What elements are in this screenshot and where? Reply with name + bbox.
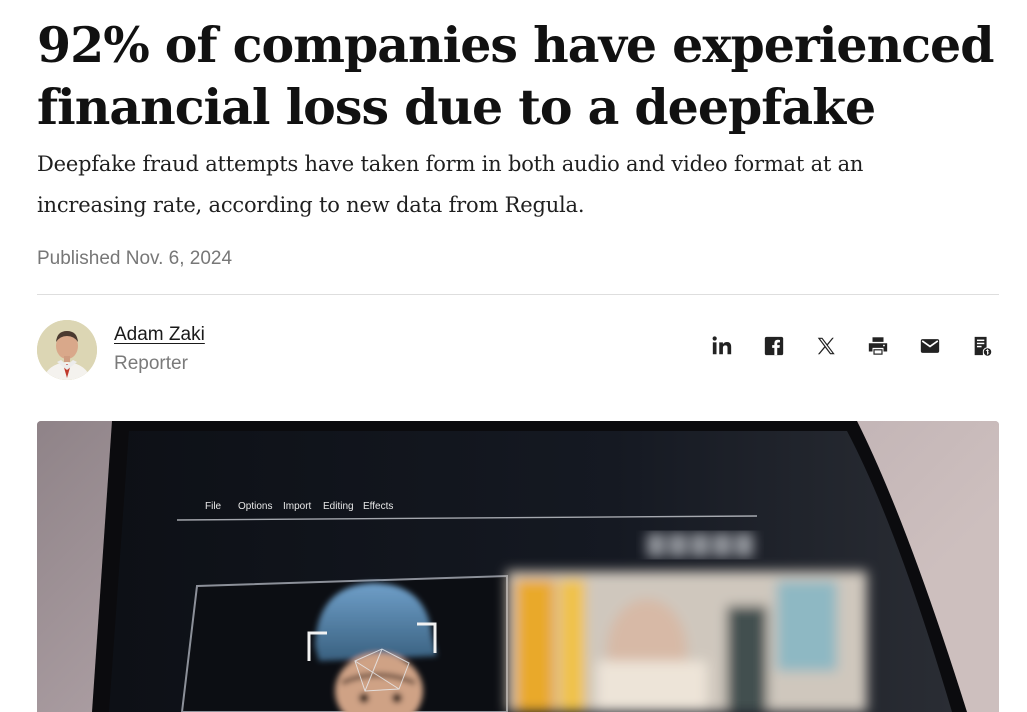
linkedin-icon: [712, 336, 732, 355]
byline: Adam Zaki Reporter: [37, 320, 999, 382]
hero-menu-item: Editing: [323, 501, 354, 512]
linkedin-share-button[interactable]: [710, 334, 734, 358]
print-button[interactable]: [866, 334, 890, 358]
email-icon: [920, 339, 940, 353]
author-avatar[interactable]: [37, 320, 97, 380]
hero-image: File Options Import Editing Effects: [37, 421, 999, 712]
x-share-button[interactable]: [814, 334, 838, 358]
headline: 92% of companies have experienced financ…: [37, 16, 994, 136]
hero-menu-item: Effects: [363, 501, 393, 512]
publish-date: Published Nov. 6, 2024: [37, 248, 233, 269]
print-icon: [868, 337, 888, 355]
author-role: Reporter: [114, 353, 188, 374]
email-share-button[interactable]: [918, 334, 942, 358]
facebook-share-button[interactable]: [762, 334, 786, 358]
license-button[interactable]: [970, 334, 994, 358]
hero-menu-item: File: [205, 501, 222, 512]
x-icon: [817, 337, 835, 355]
article-dek: Deepfake fraud attempts have taken form …: [37, 152, 864, 217]
share-bar: [682, 334, 994, 358]
facebook-icon: [764, 336, 784, 356]
license-icon: [974, 336, 993, 357]
hero-menu-item: Options: [238, 501, 272, 512]
author-name-link[interactable]: Adam Zaki: [114, 324, 205, 346]
hero-menu-item: Import: [283, 501, 312, 512]
divider: [37, 294, 999, 295]
